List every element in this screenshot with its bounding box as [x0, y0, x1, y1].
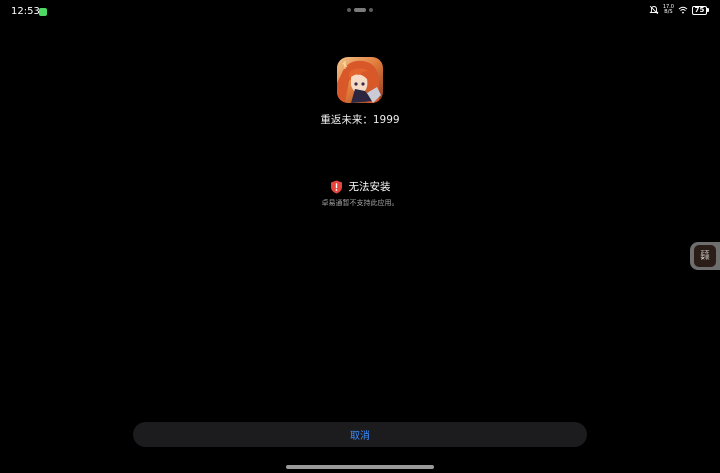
app-artwork-icon — [337, 57, 383, 103]
chat-notification-icon — [39, 8, 47, 16]
handle-bar — [354, 8, 366, 12]
mute-icon — [649, 5, 659, 15]
network-speed-unit: B/S — [664, 9, 673, 15]
cancel-button[interactable]: 取消 — [133, 422, 587, 447]
warning-description: 卓易通暂不支持此应用。 — [321, 199, 399, 207]
battery-tip — [707, 8, 709, 12]
app-name: 重返未来：1999 — [320, 114, 400, 126]
handle-dot-right — [369, 8, 373, 12]
home-indicator[interactable] — [286, 465, 434, 469]
wifi-icon — [678, 6, 688, 14]
window-handle[interactable] — [347, 8, 373, 12]
shield-warning-icon — [330, 180, 342, 194]
status-indicators: 17.0 B/S 75 — [649, 5, 709, 15]
float-line2: 安装 — [700, 256, 710, 261]
status-time: 12:53 — [11, 6, 40, 17]
installing-float-widget[interactable]: 正在 安装 — [690, 242, 720, 270]
battery-icon: 75 — [692, 5, 709, 15]
handle-dot-left — [347, 8, 351, 12]
app-icon — [337, 57, 383, 103]
warning-title: 无法安装 — [348, 181, 391, 193]
network-speed: 17.0 B/S — [663, 5, 674, 15]
installing-float-inner: 正在 安装 — [694, 245, 716, 267]
battery-level: 75 — [692, 5, 707, 15]
install-failed-header: 无法安装 — [0, 180, 720, 194]
